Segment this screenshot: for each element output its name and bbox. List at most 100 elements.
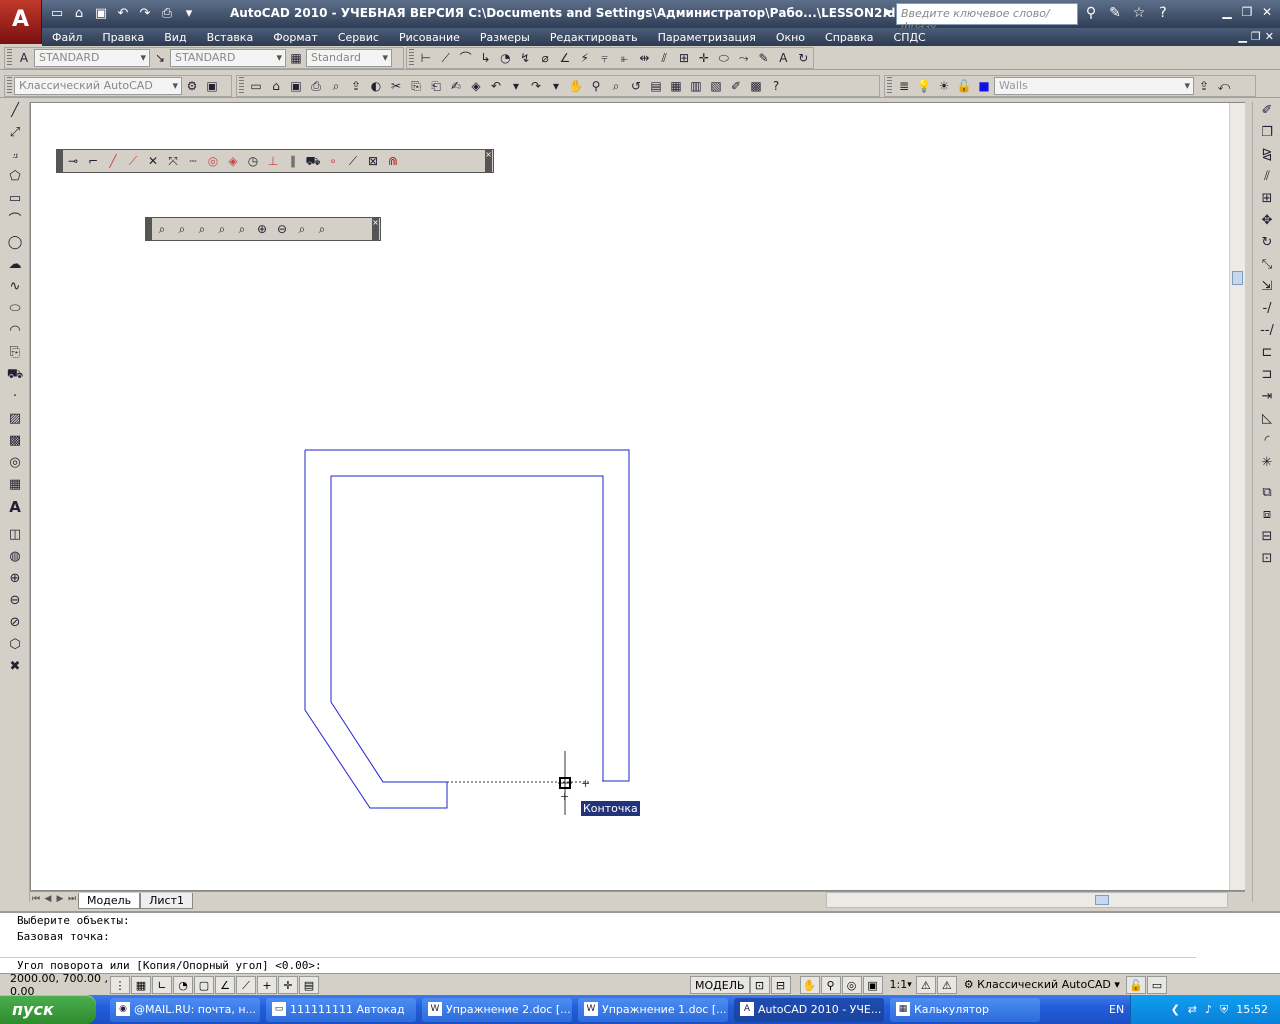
zoom-all-icon[interactable]: ⌕: [292, 220, 312, 238]
tab-model[interactable]: Модель: [78, 892, 141, 909]
chamfer-icon[interactable]: ◺: [1255, 410, 1279, 432]
circle-icon[interactable]: ◯: [2, 234, 28, 256]
tab-sheet1[interactable]: Лист1: [140, 892, 193, 909]
snap-center-icon[interactable]: ◎: [203, 152, 223, 170]
language-indicator[interactable]: EN: [1109, 1003, 1124, 1016]
undo-icon[interactable]: ↶: [114, 5, 132, 23]
qp-toggle-icon[interactable]: ▤: [299, 975, 319, 994]
globe-icon[interactable]: ◍: [2, 548, 28, 570]
radius-dim-icon[interactable]: ◔: [495, 49, 515, 67]
workspace-combo[interactable]: Классический AutoCAD: [14, 77, 182, 95]
make-block-icon[interactable]: ⛟: [2, 366, 28, 388]
layer-previous-icon[interactable]: ⤺: [1214, 77, 1234, 95]
draworder-back-icon[interactable]: ⧈: [1255, 506, 1279, 528]
snap-midpoint-icon[interactable]: ⟋: [123, 152, 143, 170]
dyn-toggle-icon[interactable]: +: [257, 975, 277, 994]
ordinate-dim-icon[interactable]: ↳: [476, 49, 496, 67]
zoom-extents-icon[interactable]: ⌕: [312, 220, 332, 238]
task-autocad[interactable]: A AutoCAD 2010 - УЧЕ...: [734, 997, 884, 1022]
zoom-object-icon[interactable]: ⌕: [232, 220, 252, 238]
snap-node-icon[interactable]: ∘: [323, 152, 343, 170]
quick-view-drawings-icon[interactable]: ⊟: [770, 975, 791, 994]
point-icon[interactable]: ·: [2, 388, 28, 410]
annotation-visibility-icon[interactable]: ⚠: [915, 975, 936, 994]
arc-length-icon[interactable]: ⌒: [456, 49, 476, 67]
redo-dropdown-icon[interactable]: ▾: [546, 77, 566, 95]
redo-icon-2[interactable]: ↷: [526, 77, 546, 95]
explode-icon[interactable]: ✳: [1255, 454, 1279, 476]
command-prompt[interactable]: Угол поворота или [Копия/Опорный угол] <…: [0, 957, 1196, 973]
annotation-scale-label[interactable]: 1:1: [890, 978, 908, 991]
help-icon[interactable]: ?: [1154, 4, 1172, 22]
command-window[interactable]: Выберите объекты: Базовая точка: Угол по…: [0, 911, 1280, 973]
doc-close-button[interactable]: ✕: [1265, 30, 1274, 43]
doc-restore-button[interactable]: ❐: [1251, 30, 1261, 43]
task-folder[interactable]: ▭ 111111111 Автокад: [266, 997, 416, 1022]
search-expand-icon[interactable]: ▶: [884, 5, 892, 18]
dim-style-icon[interactable]: ↘: [150, 49, 170, 67]
undo-icon-2[interactable]: ↶: [486, 77, 506, 95]
solid-icon[interactable]: ⬡: [2, 636, 28, 658]
insert-block-icon[interactable]: ⎘: [2, 344, 28, 366]
dim-update-icon[interactable]: ↻: [793, 49, 813, 67]
gradient-icon[interactable]: ▩: [2, 432, 28, 454]
dim-edit-icon[interactable]: ✎: [754, 49, 774, 67]
menu-item[interactable]: Окно: [766, 31, 815, 44]
markup-icon[interactable]: ✐: [726, 77, 746, 95]
workspace-save-icon[interactable]: ▣: [202, 77, 222, 95]
task-doc2[interactable]: W Упражнение 2.doc [...: [422, 997, 572, 1022]
open-file-icon[interactable]: ⌂: [70, 5, 88, 23]
polyline-icon[interactable]: ⟓: [2, 146, 28, 168]
drawing-canvas[interactable]: + + ⊸ ⌐ ╱ ⟋ ✕ ⤧ ┄ ◎ ◈ ◷ ⊥ ∥ ⛟ ∘ ⟋ ⊠ ⋒ × …: [30, 102, 1245, 891]
dim-break-icon[interactable]: ⫽: [654, 49, 674, 67]
polygon-icon[interactable]: ⬠: [2, 168, 28, 190]
snap-parallel-icon[interactable]: ∥: [283, 152, 303, 170]
snap-extension-icon[interactable]: ┄: [183, 152, 203, 170]
toolbar-close-icon[interactable]: ×: [485, 150, 492, 172]
otrack-toggle-icon[interactable]: ∠: [215, 975, 235, 994]
menu-item[interactable]: СПДС: [884, 31, 936, 44]
jogged-linear-icon[interactable]: ⤳: [734, 49, 754, 67]
vertical-scrollbar[interactable]: [1229, 103, 1245, 890]
new-icon[interactable]: ▭: [246, 77, 266, 95]
tab-prev-icon[interactable]: ◀: [42, 894, 54, 908]
security-icon[interactable]: ⛨: [1220, 1003, 1228, 1017]
snap-from-icon[interactable]: ⌐: [83, 152, 103, 170]
tools-icon[interactable]: ✎: [1106, 4, 1124, 22]
globe-remove-icon[interactable]: ⊖: [2, 592, 28, 614]
task-mail[interactable]: ◉ @MAIL.RU: почта, н...: [110, 997, 260, 1022]
draworder-above-icon[interactable]: ⊟: [1255, 528, 1279, 550]
snap-insert-icon[interactable]: ⛟: [303, 152, 323, 170]
pan-status-icon[interactable]: ✋: [799, 975, 820, 994]
close-button[interactable]: ✕: [1258, 4, 1276, 20]
temp-track-icon[interactable]: ⊸: [63, 152, 83, 170]
construction-line-icon[interactable]: ⤢: [2, 124, 28, 146]
dim-space-icon[interactable]: ⇹: [634, 49, 654, 67]
horizontal-scrollbar[interactable]: [826, 892, 1228, 908]
zoom-status-icon[interactable]: ⚲: [820, 975, 841, 994]
text-style-combo[interactable]: STANDARD: [34, 49, 150, 67]
menu-item[interactable]: Рисование: [389, 31, 470, 44]
center-mark-icon[interactable]: ✛: [694, 49, 714, 67]
tolerance-icon[interactable]: ⊞: [674, 49, 694, 67]
stretch-icon[interactable]: ⇲: [1255, 278, 1279, 300]
ducs-toggle-icon[interactable]: ⟋: [236, 975, 256, 994]
snap-perpendicular-icon[interactable]: ⊥: [263, 152, 283, 170]
table-style-combo[interactable]: Standard: [306, 49, 392, 67]
block-editor-icon[interactable]: ◈: [466, 77, 486, 95]
zoom-out-icon[interactable]: ⊖: [272, 220, 292, 238]
zoom-window-icon[interactable]: ⌕: [606, 77, 626, 95]
pan-icon[interactable]: ✋: [566, 77, 586, 95]
favorites-icon[interactable]: ☆: [1130, 4, 1148, 22]
trim-icon[interactable]: -/: [1255, 300, 1279, 322]
continue-dim-icon[interactable]: ⫦: [615, 49, 635, 67]
print-icon[interactable]: ⎙: [306, 77, 326, 95]
solid-erase-icon[interactable]: ✖: [2, 658, 28, 680]
aligned-dim-icon[interactable]: ⟋: [436, 49, 456, 67]
snap-endpoint-icon[interactable]: ╱: [103, 152, 123, 170]
fillet-icon[interactable]: ◜: [1255, 432, 1279, 454]
menu-item[interactable]: Параметризация: [648, 31, 766, 44]
properties-icon[interactable]: ▤: [646, 77, 666, 95]
table-icon[interactable]: ▦: [2, 476, 28, 498]
3d-dwf-icon[interactable]: ◐: [366, 77, 386, 95]
